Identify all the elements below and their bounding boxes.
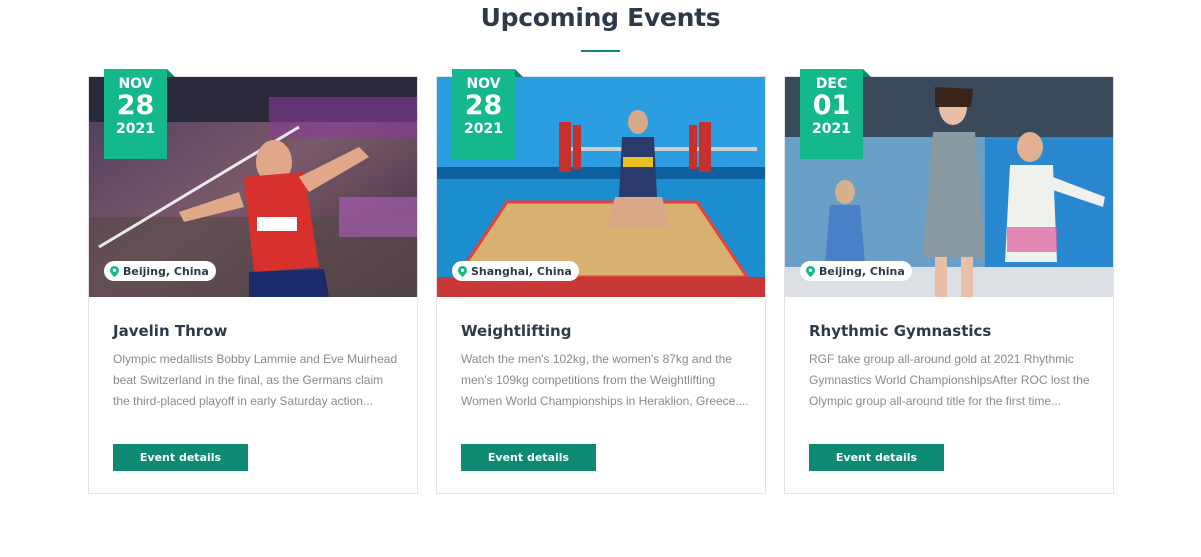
location-label: Shanghai, China (471, 264, 572, 278)
location-pill: Beijing, China (104, 261, 216, 281)
map-pin-icon (110, 265, 119, 277)
event-description: Watch the men's 102kg, the women's 87kg … (461, 352, 749, 408)
event-details-button[interactable]: Event details (809, 444, 944, 471)
date-year: 2021 (464, 121, 503, 137)
location-pill: Beijing, China (800, 261, 912, 281)
event-title[interactable]: Weightlifting (461, 321, 751, 341)
event-title[interactable]: Javelin Throw (113, 321, 403, 341)
date-day: 28 (464, 90, 503, 121)
event-card-gymnastics: DEC 01 2021 Beijing, China Rhythmic Gymn… (784, 69, 1114, 494)
event-title[interactable]: Rhythmic Gymnastics (809, 321, 1099, 341)
date-day: 01 (812, 90, 851, 121)
date-year: 2021 (116, 121, 155, 137)
date-badge: NOV 28 2021 (104, 69, 175, 159)
title-underline (581, 50, 620, 52)
location-pill: Shanghai, China (452, 261, 579, 281)
event-description: Olympic medallists Bobby Lammie and Eve … (113, 352, 398, 408)
location-label: Beijing, China (819, 264, 905, 278)
location-label: Beijing, China (123, 264, 209, 278)
event-details-button[interactable]: Event details (113, 444, 248, 471)
section-title: Upcoming Events (480, 3, 721, 32)
date-day: 28 (116, 90, 155, 121)
event-card-javelin: NOV 28 2021 Beijing, China Javelin Throw… (88, 69, 418, 494)
map-pin-icon (806, 265, 815, 277)
date-badge: DEC 01 2021 (800, 69, 871, 159)
event-card-weightlifting: NOV 28 2021 Shanghai, China Weightliftin… (436, 69, 766, 494)
date-year: 2021 (812, 121, 851, 137)
date-badge: NOV 28 2021 (452, 69, 523, 159)
event-description: RGF take group all-around gold at 2021 R… (809, 352, 1090, 408)
event-details-button[interactable]: Event details (461, 444, 596, 471)
map-pin-icon (458, 265, 467, 277)
